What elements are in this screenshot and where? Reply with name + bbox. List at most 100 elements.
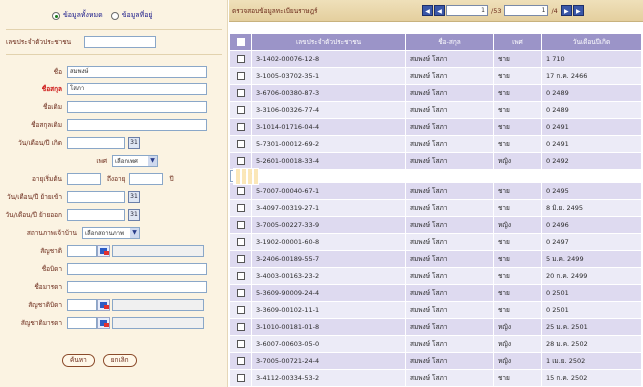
mother-nationality-code-input[interactable] bbox=[67, 317, 97, 329]
row-checkbox-cell[interactable] bbox=[229, 101, 252, 119]
row-checkbox-cell[interactable] bbox=[229, 301, 252, 319]
page-size-input[interactable]: 1 bbox=[504, 5, 549, 16]
row-checkbox[interactable] bbox=[236, 72, 245, 80]
row-checkbox[interactable] bbox=[236, 357, 245, 365]
row-checkbox-cell[interactable] bbox=[229, 335, 252, 353]
column-header-id[interactable]: เลขประจำตัวประชาชน bbox=[251, 33, 406, 51]
table-row[interactable]: 5-2601-00018-33-4 สมพงษ์ โสภา หญิง 0 2492 bbox=[229, 152, 642, 170]
row-checkbox[interactable] bbox=[236, 374, 245, 382]
radio-all-data[interactable]: ข้อมูลทั้งหมด bbox=[52, 10, 103, 21]
row-checkbox[interactable] bbox=[236, 255, 245, 263]
chevron-down-icon[interactable]: ▼ bbox=[130, 228, 139, 238]
first-page-icon[interactable]: ◀ bbox=[422, 5, 433, 16]
old-name-input[interactable] bbox=[67, 101, 207, 113]
father-name-input[interactable] bbox=[67, 263, 207, 275]
last-page-icon[interactable]: ▶ bbox=[572, 5, 584, 16]
lookup-icon[interactable] bbox=[97, 299, 110, 311]
column-header-name[interactable]: ชื่อ-สกุล bbox=[405, 33, 494, 51]
row-checkbox[interactable] bbox=[236, 221, 245, 229]
table-row[interactable]: 5-3609-90009-24-4 สมพงษ์ โสภา ชาย 0 2501 bbox=[229, 284, 642, 302]
radio-address-data[interactable]: ข้อมูลที่อยู่ bbox=[110, 10, 153, 21]
lookup-icon[interactable] bbox=[97, 245, 110, 257]
prev-page-icon[interactable]: ◀ bbox=[434, 5, 445, 16]
move-in-input[interactable] bbox=[67, 191, 125, 203]
table-row[interactable]: 3-6706-00380-87-3 สมพงษ์ โสภา ชาย 0 2489 bbox=[229, 84, 642, 102]
row-checkbox-cell[interactable] bbox=[229, 199, 252, 217]
move-out-input[interactable] bbox=[67, 209, 125, 221]
row-checkbox[interactable] bbox=[236, 187, 245, 195]
table-row[interactable]: 3-1014-01716-04-4 สมพงษ์ โสภา ชาย 0 2491 bbox=[229, 118, 642, 136]
table-row[interactable]: 3-2406-00189-55-7 สมพงษ์ โสภา ชาย 5 ม.ค. 24… bbox=[229, 250, 642, 268]
row-checkbox[interactable] bbox=[236, 289, 245, 297]
table-row[interactable]: 3-1010-00181-01-8 สมพงษ์ โสภา หญิง 25 ม.ค. … bbox=[229, 318, 642, 336]
nationality-code-input[interactable] bbox=[67, 245, 97, 257]
row-checkbox-cell[interactable] bbox=[229, 233, 252, 251]
table-row[interactable]: 3-3106-00326-77-4 สมพงษ์ โสภา ชาย 0 2489 bbox=[229, 101, 642, 119]
search-button[interactable]: ค้นหา bbox=[62, 354, 95, 367]
cancel-button[interactable]: ยกเลิก bbox=[102, 354, 137, 367]
select-all-checkbox-cell[interactable] bbox=[229, 33, 252, 51]
mother-name-input[interactable] bbox=[67, 281, 207, 293]
row-checkbox-cell[interactable] bbox=[229, 84, 252, 102]
calendar-icon[interactable]: 31 bbox=[128, 209, 140, 221]
row-checkbox-cell[interactable] bbox=[229, 135, 252, 153]
row-checkbox[interactable] bbox=[236, 238, 245, 246]
table-row[interactable]: 3-7005-00227-33-9 สมพงษ์ โสภา หญิง 0 2496 bbox=[229, 216, 642, 234]
table-row[interactable]: 3-4003-00163-23-2 สมพงษ์ โสภา ชาย 20 ก.ค. 2… bbox=[229, 267, 642, 285]
age-from-input[interactable] bbox=[67, 173, 101, 185]
table-row[interactable]: 3-1005-03702-35-1 สมพงษ์ โสภา ชาย 17 ก.ค. 2… bbox=[229, 67, 642, 85]
row-checkbox-cell[interactable] bbox=[229, 118, 252, 136]
row-checkbox[interactable] bbox=[236, 272, 245, 280]
table-row[interactable]: 3-7005-00721-24-4 สมพงษ์ โสภา หญิง 1 เม.ย. … bbox=[229, 352, 642, 370]
row-checkbox-cell[interactable] bbox=[229, 216, 252, 234]
table-row[interactable]: 3-1902-00001-60-8 สมพงษ์ โสภา ชาย 0 2497 bbox=[229, 233, 642, 251]
table-row[interactable]: 3-4112-00334-53-2 สมพงษ์ โสภา ชาย 15 ก.ค. 2… bbox=[229, 369, 642, 387]
table-row[interactable]: 5-7301-00012-69-2 สมพงษ์ โสภา ชาย 0 2491 bbox=[229, 135, 642, 153]
radio-dot-address[interactable] bbox=[110, 11, 119, 20]
table-row[interactable]: 3-1402-00076-12-8 สมพงษ์ โสภา ชาย 1 710 bbox=[229, 50, 642, 68]
calendar-icon[interactable]: 31 bbox=[128, 137, 140, 149]
radio-dot-all[interactable] bbox=[52, 11, 60, 20]
table-row[interactable]: 3-3609-00102-11-1 สมพงษ์ โสภา ชาย 0 2501 bbox=[229, 301, 642, 319]
row-checkbox-cell[interactable] bbox=[229, 67, 252, 85]
row-checkbox[interactable] bbox=[236, 204, 245, 212]
status-select[interactable]: เลือกสถานภาพ ▼ bbox=[82, 227, 140, 239]
row-checkbox-cell[interactable] bbox=[229, 284, 252, 302]
age-to-input[interactable] bbox=[129, 173, 164, 185]
birth-date-input[interactable] bbox=[67, 137, 125, 149]
gender-select[interactable]: เลือกเพศ ▼ bbox=[112, 155, 158, 167]
column-header-sex[interactable]: เพศ bbox=[493, 33, 542, 51]
row-checkbox[interactable] bbox=[236, 306, 245, 314]
row-checkbox[interactable] bbox=[236, 89, 245, 97]
row-checkbox-cell[interactable] bbox=[229, 182, 252, 200]
first-name-input[interactable]: สมพงษ์ bbox=[67, 66, 207, 78]
row-checkbox-cell[interactable] bbox=[229, 250, 252, 268]
row-checkbox-cell[interactable] bbox=[229, 352, 252, 370]
row-checkbox[interactable] bbox=[236, 123, 245, 131]
row-checkbox-cell[interactable] bbox=[229, 50, 252, 68]
chevron-down-icon[interactable]: ▼ bbox=[148, 156, 157, 166]
row-checkbox[interactable] bbox=[236, 323, 245, 331]
row-checkbox[interactable] bbox=[236, 55, 245, 63]
row-checkbox-cell[interactable] bbox=[229, 369, 252, 387]
page-number-input[interactable]: 1 bbox=[446, 5, 488, 16]
row-checkbox[interactable] bbox=[236, 340, 245, 348]
old-surname-input[interactable] bbox=[67, 119, 207, 131]
last-name-input[interactable]: โสภา bbox=[67, 83, 207, 95]
column-header-dob[interactable]: วันเดือนปีเกิด bbox=[541, 33, 642, 51]
row-checkbox-cell[interactable] bbox=[229, 267, 252, 285]
id-input[interactable] bbox=[84, 36, 156, 48]
calendar-icon[interactable]: 31 bbox=[128, 191, 140, 203]
table-row[interactable]: 5-7007-00040-67-1 สมพงษ์ โสภา ชาย 0 2495 bbox=[229, 182, 642, 200]
table-row[interactable]: 3-6097-00158-74-7สมพงษ์ โสภาชาย13 ส.ค. 2… bbox=[229, 167, 259, 185]
row-checkbox[interactable] bbox=[236, 140, 245, 148]
row-checkbox[interactable] bbox=[236, 157, 245, 165]
table-row[interactable]: 3-6007-00603-05-0 สมพงษ์ โสภา หญิง 28 ม.ค. … bbox=[229, 335, 642, 353]
next-page-icon[interactable]: ▶ bbox=[560, 5, 572, 16]
father-nationality-code-input[interactable] bbox=[67, 299, 97, 311]
select-all-checkbox[interactable] bbox=[236, 38, 245, 46]
row-checkbox[interactable] bbox=[236, 106, 245, 114]
table-row[interactable]: 3-4097-00319-27-1 สมพงษ์ โสภา ชาย 8 มิ.ย. 2… bbox=[229, 199, 642, 217]
lookup-icon[interactable] bbox=[97, 317, 110, 329]
row-checkbox-cell[interactable] bbox=[229, 318, 252, 336]
